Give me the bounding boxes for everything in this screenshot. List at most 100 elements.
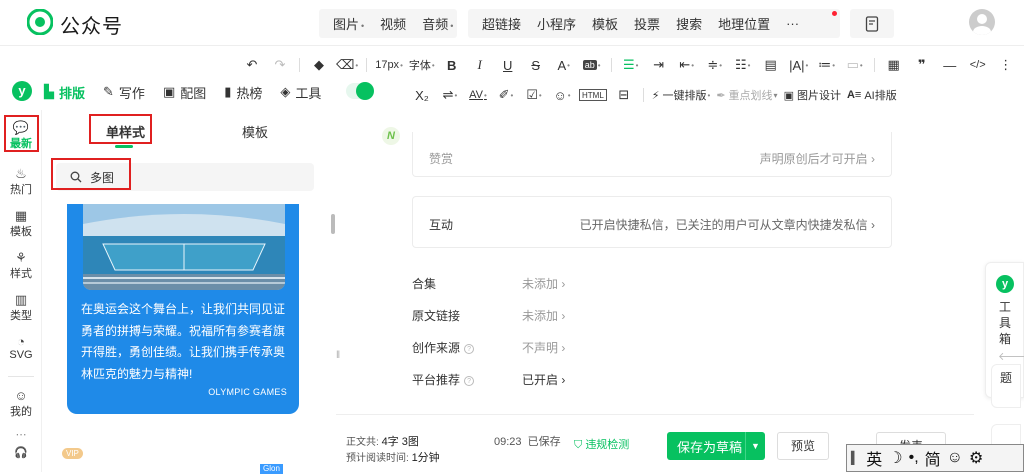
text-direction-icon[interactable]: ⇌ • — [439, 84, 461, 106]
paragraph-spacing-icon[interactable]: ☷ • — [732, 54, 754, 76]
ime-punctuation-icon[interactable]: •, — [909, 449, 919, 467]
line-height-icon[interactable]: ≑ • — [704, 54, 726, 76]
sidebar-item-svg[interactable]: ◔ SVG — [0, 334, 42, 361]
italic-icon[interactable]: I — [469, 54, 491, 76]
letter-spacing-icon[interactable]: |A| • — [788, 54, 810, 76]
sidebar-item-hot[interactable]: ♨ 热门 — [0, 166, 42, 197]
insert-template-button[interactable]: 模板 — [584, 14, 626, 33]
divider — [299, 58, 300, 72]
tab-template[interactable]: 模板 — [242, 122, 268, 141]
strikethrough-icon[interactable]: S — [525, 54, 547, 76]
tab-illustration[interactable]: ▣ 配图 — [163, 83, 206, 102]
align-left-icon[interactable]: ☰ • — [620, 54, 642, 76]
underline-icon[interactable]: U — [497, 54, 519, 76]
quote-icon[interactable]: ❞ — [911, 54, 933, 76]
phone-preview-button[interactable] — [850, 9, 894, 38]
card-footer-text: OLYMPIC GAMES — [208, 387, 287, 397]
insert-search-button[interactable]: 搜索 — [668, 14, 710, 33]
original-link-setting[interactable]: 原文链接 未添加 › — [412, 307, 712, 324]
ai-icon: A≡ — [846, 89, 862, 101]
more-icon[interactable]: ⋯ — [0, 428, 42, 441]
image-tools-icon[interactable]: ☑ • — [523, 84, 545, 106]
image-design-button[interactable]: ▣ 图片设计 — [784, 84, 841, 106]
sidebar-item-type[interactable]: ▥ 类型 — [0, 292, 42, 323]
more-button[interactable]: ··· — [778, 16, 807, 31]
background-color-icon[interactable]: ab • — [581, 54, 603, 76]
font-size-select[interactable]: 17px • — [375, 54, 403, 76]
font-family-select[interactable]: 字体 • — [409, 54, 435, 76]
margin-icon[interactable]: ▤ — [760, 54, 782, 76]
code-icon[interactable]: </> — [967, 54, 989, 76]
outdent-icon[interactable]: ⇤ • — [676, 54, 698, 76]
sidebar-item-template[interactable]: ▦ 模板 — [0, 208, 42, 239]
insert-hyperlink-button[interactable]: 超链接 — [474, 14, 529, 33]
interaction-setting[interactable]: 互动 已开启快捷私信，已关注的用户可从文章内快捷发私信 › — [412, 196, 892, 248]
reward-hint: 声明原创后才可开启 › — [759, 152, 875, 166]
subscript-icon[interactable]: X₂ — [411, 84, 433, 106]
emoji-icon[interactable]: ☺ • — [551, 84, 573, 106]
insert-image-menu[interactable]: 图片 • — [325, 14, 372, 33]
platform-recommend-setting[interactable]: 平台推荐? 已开启 › — [412, 371, 712, 388]
panel-scrollbar[interactable] — [331, 214, 335, 234]
bold-icon[interactable]: B — [441, 54, 463, 76]
text-spacing-icon[interactable]: AV • — [467, 84, 489, 106]
help-icon[interactable]: ? — [464, 376, 475, 386]
next-card-tag: Glon — [260, 464, 283, 474]
style-preview-card[interactable]: 在奥运会这个舞台上，让我们共同见证勇者的拼搏与荣耀。祝福所有参赛者旗开得胜，勇创… — [67, 204, 299, 414]
insert-vote-button[interactable]: 投票 — [626, 14, 668, 33]
chevron-down-icon[interactable]: ▼ — [745, 432, 765, 460]
format-painter-icon[interactable]: ◆ — [308, 54, 330, 76]
divider-style-icon[interactable]: ▭ • — [844, 54, 866, 76]
indent-icon[interactable]: ⇥ — [648, 54, 670, 76]
one-click-layout-button[interactable]: ⚡ 一键排版 • — [652, 84, 711, 106]
insert-audio-menu[interactable]: 音频 • — [414, 14, 461, 33]
headset-icon[interactable]: 🎧 — [0, 446, 42, 459]
ime-moon-icon[interactable]: ☽ — [888, 448, 902, 468]
ime-simplified-toggle[interactable]: 简 — [925, 446, 941, 470]
sidebar-item-style[interactable]: ⚘ 样式 — [0, 250, 42, 281]
panel-resize-handle[interactable]: ‖ — [336, 350, 340, 361]
undo-icon[interactable]: ↶ — [241, 54, 263, 76]
table-icon[interactable]: ▦ — [883, 54, 905, 76]
plugin-n-icon[interactable]: N — [382, 127, 400, 145]
ime-drag-handle[interactable]: ▍ — [851, 451, 860, 465]
creation-source-setting[interactable]: 创作来源? 不声明 › — [412, 339, 712, 356]
interaction-label: 互动 — [429, 218, 454, 232]
ime-emoji-icon[interactable]: ☺ — [947, 449, 963, 467]
side-title-tab[interactable]: 题 — [991, 364, 1021, 408]
redo-icon[interactable]: ↷ — [269, 54, 291, 76]
insert-location-button[interactable]: 地理位置 — [710, 14, 778, 33]
list-icon[interactable]: ≔ • — [816, 54, 838, 76]
html-icon[interactable]: HTML — [579, 89, 607, 101]
violation-check-button[interactable]: ⛉ 违规检测 — [574, 436, 629, 452]
more-tools-icon[interactable]: ⋮ — [995, 54, 1017, 76]
insert-video-button[interactable]: 视频 — [372, 14, 414, 33]
brush-icon[interactable]: ✐ • — [495, 84, 517, 106]
save-draft-button[interactable]: 保存为草稿 ▼ — [667, 432, 765, 460]
highlight-line-button[interactable]: ✒ 重点划线 ▾ — [716, 84, 777, 106]
ime-settings-icon[interactable]: ⚙ — [969, 448, 983, 468]
layout-icon: ▙ — [44, 84, 54, 99]
preview-button[interactable]: 预览 — [777, 432, 829, 460]
tab-layout[interactable]: ▙ 排版 — [44, 83, 85, 102]
insert-miniprogram-button[interactable]: 小程序 — [529, 14, 584, 33]
panel-toggle-switch[interactable] — [346, 82, 374, 100]
avatar[interactable] — [969, 9, 995, 35]
reward-setting[interactable]: 赞赏 声明原创后才可开启 › — [412, 132, 892, 177]
tab-hot-list[interactable]: ▮ 热榜 — [224, 83, 262, 102]
highlight-pen-icon: ✒ — [716, 89, 726, 102]
tab-tools[interactable]: ◈ 工具 — [280, 83, 321, 102]
horizontal-line-icon[interactable]: — — [939, 54, 961, 76]
font-color-icon[interactable]: A • — [553, 54, 575, 76]
tab-writing[interactable]: ✎ 写作 — [103, 83, 145, 102]
bookmark-icon: ▮ — [224, 84, 232, 99]
vip-badge: VIP — [62, 448, 83, 459]
clear-format-icon[interactable]: ⌫ • — [336, 54, 358, 76]
toolbox-bag-icon[interactable]: ⊟ — [613, 84, 635, 106]
collection-setting[interactable]: 合集 未添加 › — [412, 275, 712, 292]
sidebar-item-mine[interactable]: ☺ 我的 — [0, 388, 42, 419]
ime-lang-toggle[interactable]: 英 — [866, 446, 882, 470]
reward-label: 赞赏 — [429, 152, 454, 166]
help-icon[interactable]: ? — [464, 344, 475, 354]
ai-layout-button[interactable]: A≡ AI排版 — [847, 84, 897, 106]
